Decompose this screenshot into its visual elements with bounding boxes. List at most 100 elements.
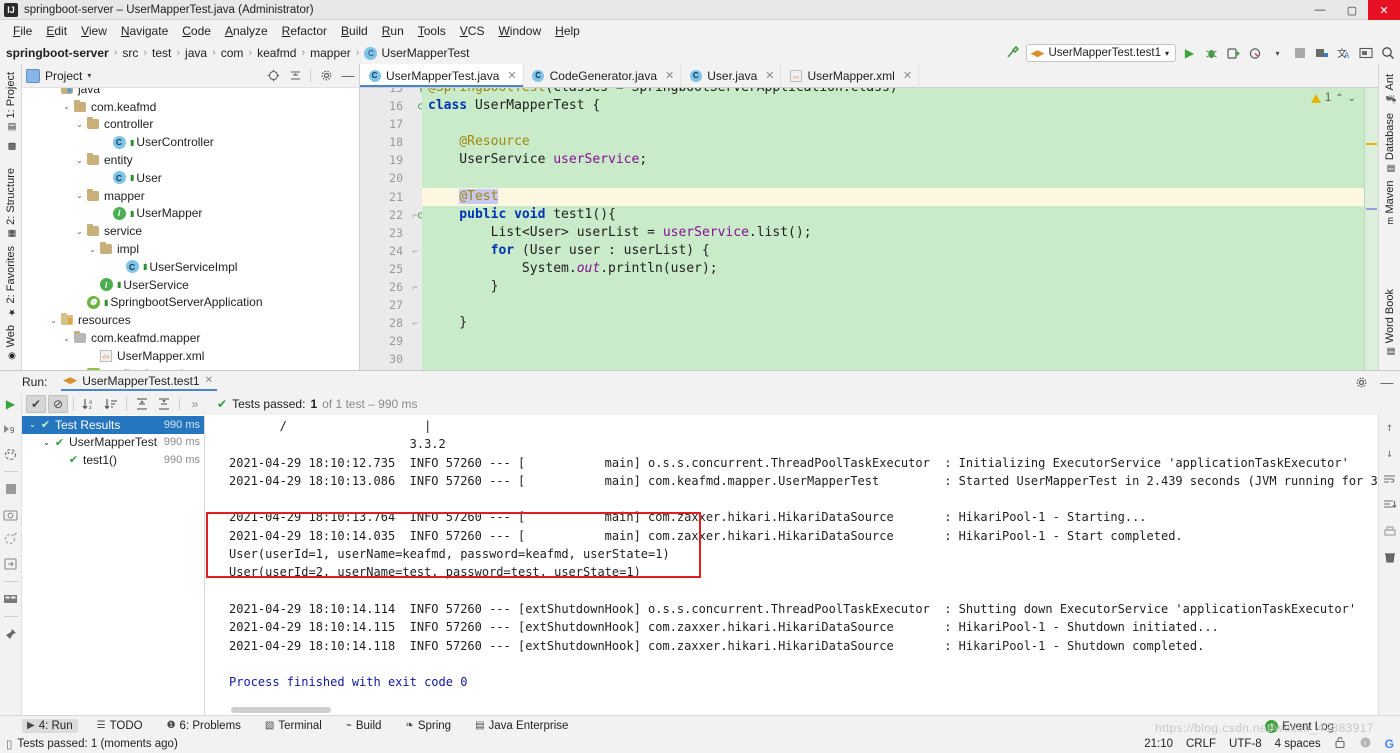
show-passed-button[interactable]: ✔: [26, 395, 46, 413]
updates-icon[interactable]: [1313, 45, 1330, 62]
test-tree-row[interactable]: ⌄✔Test Results990 ms: [22, 416, 204, 434]
menu-item-edit[interactable]: Edit: [39, 22, 74, 40]
fold-marker[interactable]: ⌐: [408, 242, 422, 260]
lock-icon[interactable]: [1334, 736, 1346, 752]
tree-expand-arrow[interactable]: ⌄: [40, 438, 53, 447]
rerun-icon[interactable]: ▶: [3, 396, 19, 412]
tree-expand-arrow[interactable]: ⌄: [74, 227, 85, 236]
tree-node[interactable]: ⌄resources: [22, 311, 359, 329]
prev-problem-icon[interactable]: ⌃: [1335, 93, 1343, 104]
editor-gutter[interactable]: 15◍16⟳171819202122⟳2324252627282930: [360, 88, 408, 370]
sidebar-item-structure[interactable]: ▦ 2: Structure: [5, 164, 17, 242]
code-line[interactable]: System.out.println(user);: [422, 260, 1378, 278]
code-line[interactable]: List<User> userList = userService.list()…: [422, 224, 1378, 242]
tool-window-button-terminal[interactable]: ▧Terminal: [260, 719, 327, 733]
sidebar-item-favorites[interactable]: ★ 2: Favorites: [5, 242, 17, 320]
tree-node[interactable]: ⌄controller: [22, 116, 359, 134]
menu-item-code[interactable]: Code: [175, 22, 218, 40]
tree-node[interactable]: <>UserMapper.xml: [22, 347, 359, 365]
clear-all-icon[interactable]: [1382, 549, 1398, 565]
run-tab[interactable]: ◀▶ UserMapperTest.test1 ✕: [61, 374, 217, 391]
profiler-chevron-down-icon[interactable]: ▾: [1269, 45, 1286, 62]
scroll-to-end-icon[interactable]: [1382, 497, 1398, 513]
breadcrumb-item-test[interactable]: test: [152, 46, 171, 60]
layout-icon[interactable]: [1357, 45, 1374, 62]
toggle-auto-test-icon[interactable]: [3, 446, 19, 462]
collapse-all-icon[interactable]: [288, 69, 302, 83]
menu-item-tools[interactable]: Tools: [411, 22, 453, 40]
debug-icon[interactable]: [1203, 45, 1220, 62]
hide-ignored-button[interactable]: ⊘: [48, 395, 68, 413]
tree-node[interactable]: C▮User: [22, 169, 359, 187]
code-line[interactable]: [422, 332, 1378, 350]
fold-marker[interactable]: [408, 169, 422, 187]
run-with-coverage-icon[interactable]: [1225, 45, 1242, 62]
tree-node[interactable]: ⌄com.keafmd: [22, 98, 359, 116]
code-line[interactable]: @Resource: [422, 133, 1378, 151]
test-results-tree[interactable]: ⌄✔Test Results990 ms⌄✔UserMapperTest990 …: [22, 415, 205, 715]
tree-expand-arrow[interactable]: ⌄: [74, 120, 85, 129]
code-line[interactable]: @SpringBootTest(classes = SpringbootServ…: [422, 88, 1378, 97]
code-line[interactable]: }: [422, 278, 1378, 296]
hammer-icon[interactable]: [1004, 45, 1021, 62]
sort-by-duration-button[interactable]: [101, 395, 121, 413]
tree-node[interactable]: java: [22, 88, 359, 98]
settings-gear-icon[interactable]: [1354, 375, 1368, 389]
code-line[interactable]: class UserMapperTest {: [422, 97, 1378, 115]
menu-item-build[interactable]: Build: [334, 22, 375, 40]
minimize-button[interactable]: —: [1304, 0, 1336, 20]
close-button[interactable]: ✕: [1368, 0, 1400, 20]
close-icon[interactable]: ✕: [765, 69, 774, 82]
fold-marker[interactable]: ⌐: [408, 314, 422, 332]
tree-node[interactable]: I▮UserService: [22, 276, 359, 294]
fold-marker[interactable]: [408, 115, 422, 133]
sidebar-item-web[interactable]: ◉ Web: [5, 321, 17, 364]
tree-node[interactable]: ⌄entity: [22, 151, 359, 169]
menu-item-vcs[interactable]: VCS: [453, 22, 492, 40]
tree-expand-arrow[interactable]: ⌄: [61, 102, 72, 111]
fold-marker[interactable]: [408, 260, 422, 278]
code-line[interactable]: }: [422, 314, 1378, 332]
tool-window-button-6-problems[interactable]: ❶6: Problems: [162, 719, 246, 733]
fold-marker[interactable]: [408, 350, 422, 368]
google-icon[interactable]: G: [1385, 737, 1394, 751]
run-icon[interactable]: ▶: [1181, 45, 1198, 62]
breadcrumb-item-keafmd[interactable]: keafmd: [257, 46, 296, 60]
console-output[interactable]: / | 3.3.22021-04-29 18:10:12.735 INFO 57…: [205, 415, 1400, 715]
scroll-down-icon[interactable]: ↓: [1382, 445, 1398, 461]
code-editor[interactable]: 15◍16⟳171819202122⟳2324252627282930 ⌐⌐⌐⌐…: [360, 88, 1378, 370]
layout-icon[interactable]: [3, 591, 19, 607]
tree-expand-arrow[interactable]: ⌄: [74, 191, 85, 200]
code-line[interactable]: [422, 296, 1378, 314]
expand-all-button[interactable]: [132, 395, 152, 413]
breadcrumb-item-springboot-server[interactable]: springboot-server: [6, 46, 109, 60]
status-message[interactable]: Tests passed: 1 (moments ago): [17, 738, 177, 750]
sidebar-item-maven[interactable]: m Maven: [1384, 177, 1396, 229]
import-icon[interactable]: [3, 556, 19, 572]
print-icon[interactable]: [1382, 523, 1398, 539]
profiler-icon[interactable]: [1247, 45, 1264, 62]
fold-marker[interactable]: ⌐: [408, 278, 422, 296]
fold-marker[interactable]: [408, 332, 422, 350]
tree-node[interactable]: I▮UserMapper: [22, 205, 359, 223]
editor-code[interactable]: @SpringBootTest(classes = SpringbootServ…: [422, 88, 1378, 370]
code-line[interactable]: for (User user : userList) {: [422, 242, 1378, 260]
rerun-failed-icon[interactable]: 9: [3, 421, 19, 437]
editor-tab-usermappertest-java[interactable]: CUserMapperTest.java✕: [360, 64, 524, 87]
code-line[interactable]: [422, 169, 1378, 187]
locate-icon[interactable]: [266, 69, 280, 83]
breadcrumb-item-src[interactable]: src: [122, 46, 138, 60]
close-icon[interactable]: ✕: [205, 375, 213, 386]
tool-window-button-todo[interactable]: ☰TODO: [92, 719, 148, 733]
tree-node[interactable]: ⌄impl: [22, 240, 359, 258]
tool-window-button-spring[interactable]: ❧Spring: [400, 719, 456, 733]
code-line[interactable]: UserService userService;: [422, 151, 1378, 169]
tree-node[interactable]: ⌄com.keafmd.mapper: [22, 329, 359, 347]
indent-setting[interactable]: 4 spaces: [1275, 738, 1321, 750]
line-separator[interactable]: CRLF: [1186, 738, 1216, 750]
more-options-button[interactable]: »: [185, 395, 205, 413]
export-icon[interactable]: [3, 531, 19, 547]
menu-item-help[interactable]: Help: [548, 22, 587, 40]
tree-expand-arrow[interactable]: ⌄: [74, 156, 85, 165]
search-icon[interactable]: [1379, 45, 1396, 62]
